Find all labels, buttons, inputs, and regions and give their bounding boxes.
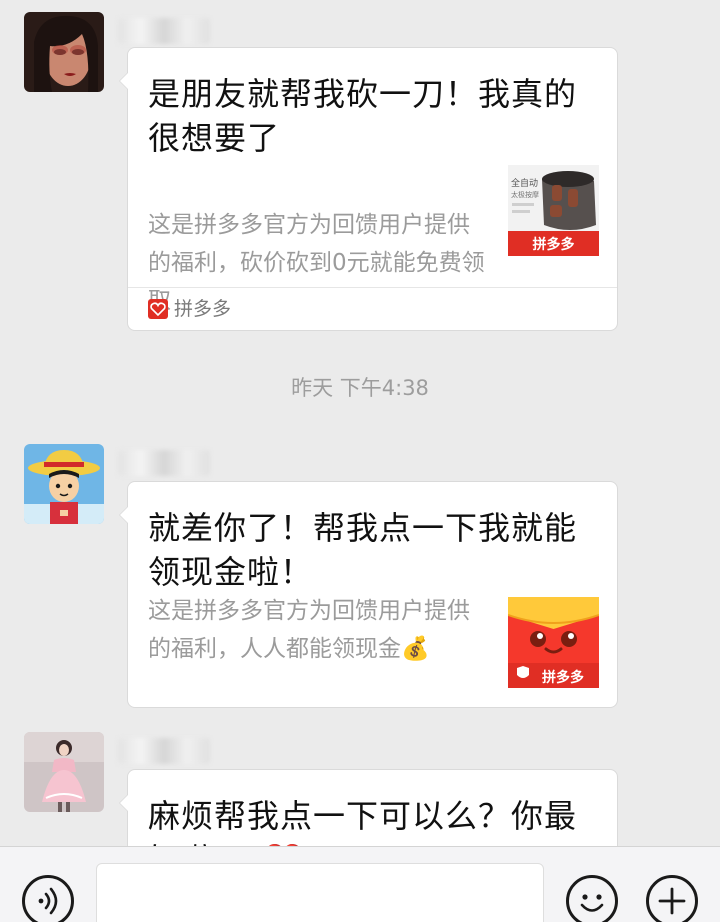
emoji-button[interactable] bbox=[566, 875, 618, 922]
red-packet-mascot-icon: 拼多多 bbox=[508, 597, 599, 688]
chat-screen: 是朋友就帮我砍一刀！我真的很想要了 这是拼多多官方为回馈用户提供的福利，砍价砍到… bbox=[0, 0, 720, 922]
emoji-icon bbox=[580, 894, 604, 912]
card-thumbnail: 全自动 太极按摩 拼多多 bbox=[508, 165, 599, 256]
thumb-product-line-2: 太极按摩 bbox=[511, 190, 539, 199]
voice-button[interactable] bbox=[22, 875, 74, 922]
foot-bath-product-icon: 全自动 太极按摩 拼多多 bbox=[508, 165, 599, 256]
thumb-brand-label: 拼多多 bbox=[542, 669, 584, 686]
avatar-woman-icon bbox=[24, 12, 104, 92]
card-source-bar: 拼多多 bbox=[128, 287, 617, 330]
card-source-label: 拼多多 bbox=[174, 298, 232, 320]
sender-avatar[interactable] bbox=[24, 12, 104, 92]
sender-name-blurred bbox=[118, 18, 210, 44]
thumb-product-line-1: 全自动 bbox=[511, 177, 538, 189]
card-thumbnail: 拼多多 bbox=[508, 597, 599, 688]
chat-input-bar bbox=[0, 846, 720, 922]
sender-name-blurred bbox=[118, 450, 210, 476]
plus-icon bbox=[658, 887, 686, 915]
thumb-brand-label: 拼多多 bbox=[533, 236, 575, 253]
message-input[interactable] bbox=[96, 863, 544, 922]
card-title: 就差你了！帮我点一下我就能领现金啦！ bbox=[148, 509, 578, 591]
chat-timestamp: 昨天 下午4:38 bbox=[291, 376, 429, 400]
share-card[interactable]: 就差你了！帮我点一下我就能领现金啦！ 这是拼多多官方为回馈用户提供的福利，人人都… bbox=[119, 481, 618, 708]
pinduoduo-logo-icon bbox=[148, 299, 168, 319]
card-title: 是朋友就帮我砍一刀！我真的很想要了 bbox=[148, 75, 578, 157]
share-card[interactable]: 是朋友就帮我砍一刀！我真的很想要了 这是拼多多官方为回馈用户提供的福利，砍价砍到… bbox=[119, 47, 618, 331]
sender-avatar[interactable] bbox=[24, 444, 104, 524]
voice-icon bbox=[38, 887, 58, 915]
more-button[interactable] bbox=[646, 875, 698, 922]
sender-avatar[interactable] bbox=[24, 732, 104, 812]
sender-name-blurred bbox=[118, 738, 210, 764]
avatar-pink-dress-icon bbox=[24, 732, 104, 812]
avatar-straw-hat-icon bbox=[24, 444, 104, 524]
card-description: 这是拼多多官方为回馈用户提供的福利，人人都能领现金💰 bbox=[148, 598, 470, 662]
